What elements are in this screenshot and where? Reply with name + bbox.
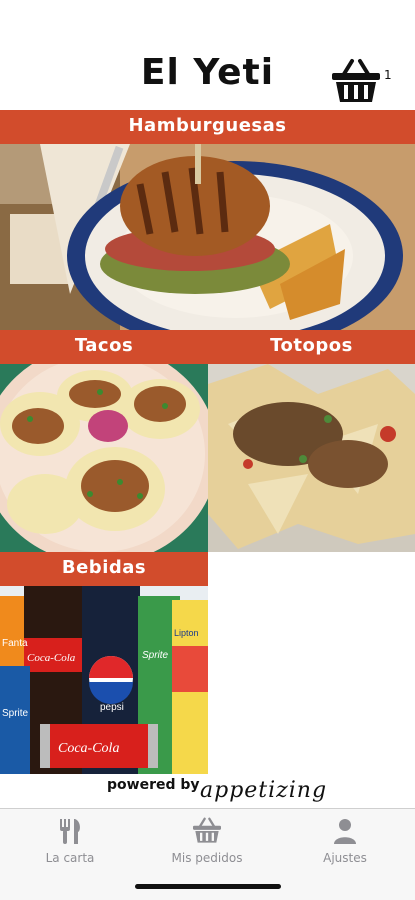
basket-icon [193,817,221,843]
person-icon [334,819,356,844]
basket-icon [332,59,380,102]
powered-by-text: powered by [107,777,200,793]
category-label: Totopos [208,330,415,364]
category-hamburguesas[interactable]: Hamburguesas [0,110,415,330]
cart-count-badge: 1 [384,68,392,82]
sprite-label: Sprite [142,650,169,661]
nachos-photo [208,364,415,552]
tab-mis-pedidos[interactable]: Mis pedidos [147,817,267,877]
cart-button[interactable]: 1 [330,58,392,108]
category-label: Bebidas [0,552,208,586]
tab-label: Mis pedidos [171,851,243,865]
category-tacos[interactable]: Tacos [0,330,208,552]
app-screen: El Yeti 1 Hamburguesas Tacos Totopos Beb… [0,0,415,900]
category-bebidas[interactable]: Bebidas Fanta Coca-Cola pepsi Sprite Lip… [0,552,208,774]
home-indicator [135,884,281,889]
tab-la-carta[interactable]: La carta [10,817,130,877]
sprite-can-label: Sprite [2,708,29,719]
drinks-photo: Fanta Coca-Cola pepsi Sprite Lipton Spri… [0,586,208,774]
category-label: Tacos [0,330,208,364]
category-totopos[interactable]: Totopos [208,330,415,552]
lipton-label: Lipton [174,628,199,638]
tab-label: Ajustes [323,851,367,865]
category-label: Hamburguesas [0,110,415,144]
pepsi-label: pepsi [100,702,124,713]
tacos-photo [0,364,208,552]
tab-label: La carta [45,851,95,865]
fanta-label: Fanta [2,638,28,649]
coca-cola-label: Coca-Cola [27,652,76,664]
tab-ajustes[interactable]: Ajustes [285,817,405,877]
fork-knife-icon [60,819,80,844]
powered-by: powered by appetizing [0,774,415,808]
coca-cola-can-label: Coca-Cola [58,741,119,756]
appetizing-logo[interactable]: appetizing [200,778,327,803]
header: El Yeti 1 [0,0,415,110]
burger-photo [0,144,415,330]
